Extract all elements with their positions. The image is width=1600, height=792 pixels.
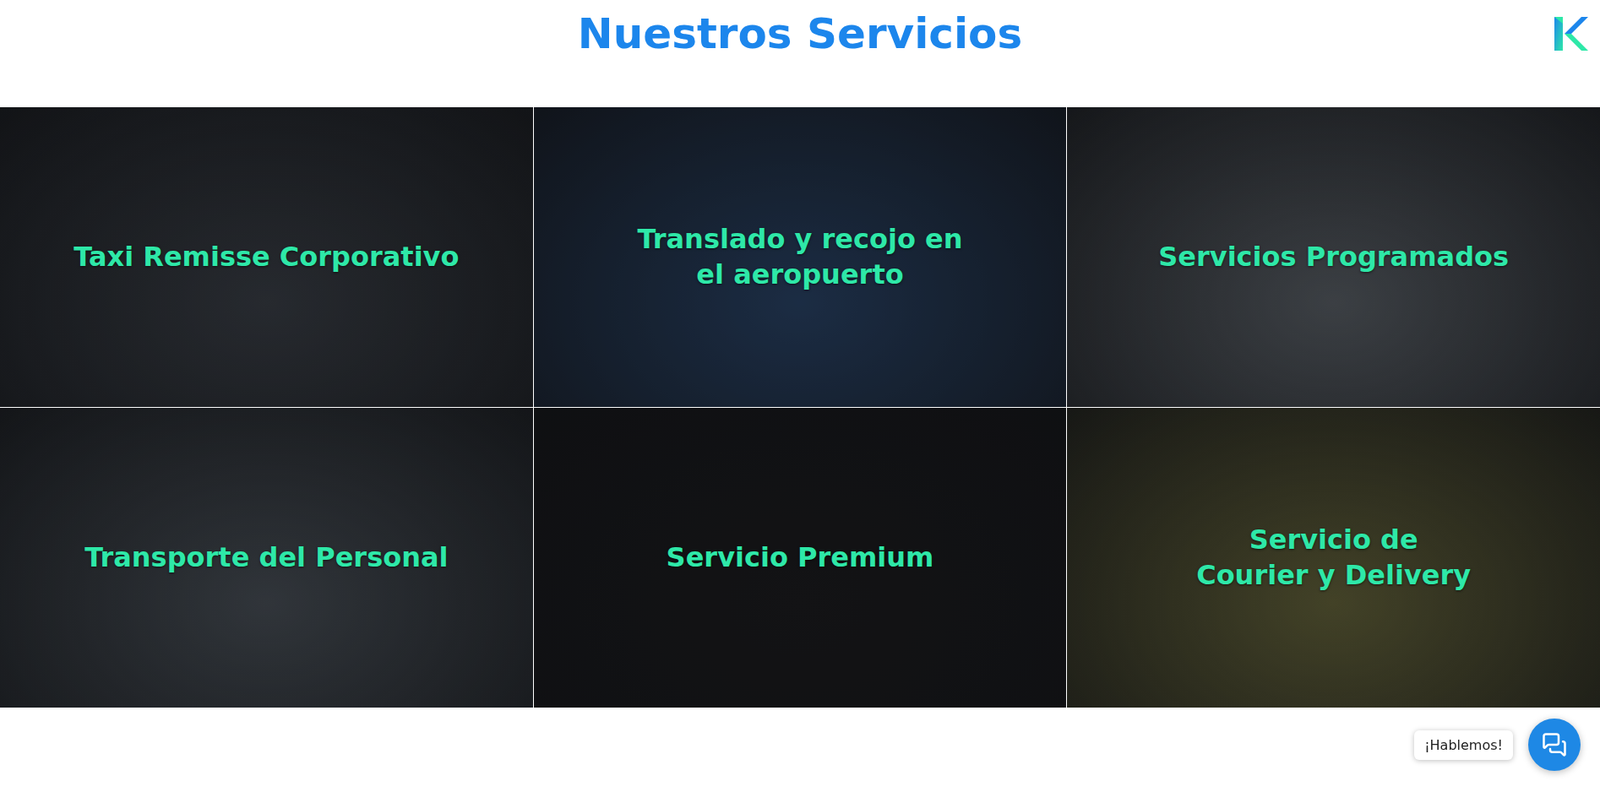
logo-icon[interactable] [1552, 15, 1589, 53]
page: Nuestros Servicios Taxi Remisse Corporati… [0, 0, 1600, 792]
service-title: Transporte del Personal [84, 540, 448, 577]
service-tile[interactable]: Servicio Premium [533, 408, 1067, 708]
service-tile[interactable]: Transporte del Personal [0, 408, 534, 708]
chat-widget: ¡Hablemos! [1414, 718, 1581, 772]
chat-icon [1541, 732, 1568, 758]
service-title: el aeropuerto [696, 257, 904, 294]
service-title: Servicio Premium [666, 540, 935, 577]
service-tile[interactable]: Servicio deCourier y Delivery [1066, 408, 1600, 708]
services-grid: Taxi Remisse Corporativo Translado y reco… [0, 107, 1600, 708]
chat-button[interactable] [1528, 718, 1581, 772]
service-title: Courier y Delivery [1196, 558, 1471, 594]
service-tile[interactable]: Servicios Programados [1066, 107, 1600, 408]
service-tile[interactable]: Taxi Remisse Corporativo [0, 107, 534, 408]
service-title: Translado y recojo en [636, 222, 963, 258]
page-title: Nuestros Servicios [577, 8, 1023, 60]
service-title: Servicios Programados [1158, 239, 1509, 276]
header: Nuestros Servicios [0, 0, 1600, 108]
logo[interactable] [1552, 8, 1590, 56]
service-title: Taxi Remisse Corporativo [73, 239, 459, 276]
chat-label[interactable]: ¡Hablemos! [1414, 730, 1513, 761]
service-title: Servicio de [1249, 522, 1419, 559]
service-tile[interactable]: Translado y recojo enel aeropuerto [533, 107, 1067, 408]
